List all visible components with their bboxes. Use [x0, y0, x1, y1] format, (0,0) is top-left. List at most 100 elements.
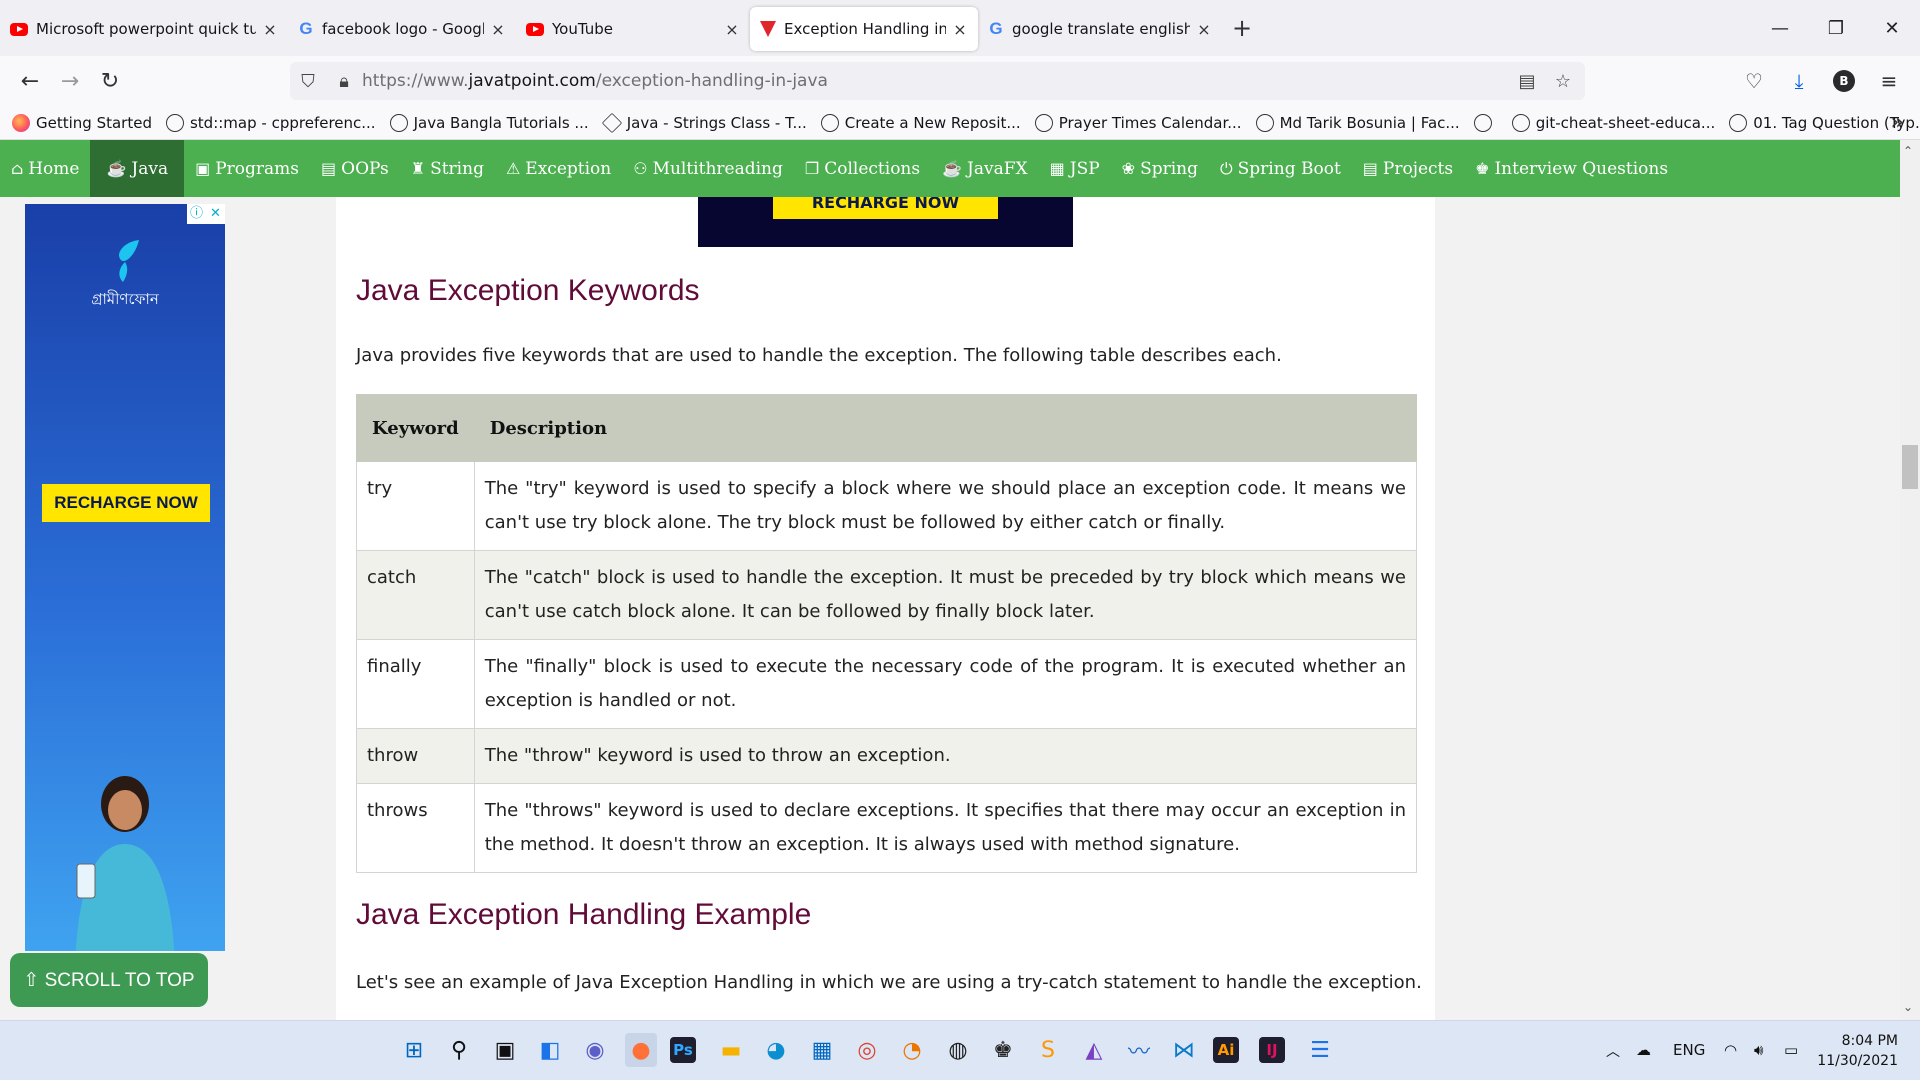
menu-item-spring-boot[interactable]: ⏻ Spring Boot: [1209, 140, 1352, 197]
page-scrollbar[interactable]: ⌃ ⌄: [1900, 140, 1920, 1020]
tab-close-icon[interactable]: ×: [724, 20, 740, 39]
battery-icon[interactable]: ▭: [1784, 1041, 1798, 1059]
menu-item-collections[interactable]: ❐ Collections: [794, 140, 931, 197]
bookmark-item[interactable]: Java - Strings Class - T...: [601, 112, 807, 133]
menu-item-exception[interactable]: ⚠ Exception: [495, 140, 622, 197]
forward-button[interactable]: →: [50, 61, 90, 101]
system-clock[interactable]: 8:04 PM 11/30/2021: [1817, 1031, 1898, 1071]
notepad-icon[interactable]: ☰: [1304, 1033, 1336, 1067]
projects-icon: ▤: [1362, 159, 1378, 178]
downloads-icon[interactable]: ⤓: [1780, 62, 1818, 100]
illustrator-icon[interactable]: Ai: [1213, 1037, 1239, 1063]
restore-icon[interactable]: ❐: [1808, 0, 1864, 56]
language-indicator[interactable]: ENG: [1673, 1041, 1705, 1059]
close-window-icon[interactable]: ✕: [1864, 0, 1920, 56]
onedrive-icon[interactable]: ☁: [1636, 1041, 1651, 1059]
bookmark-item[interactable]: Create a New Reposit...: [820, 113, 1021, 132]
edge-icon[interactable]: ◕: [760, 1033, 792, 1067]
scroll-to-top-button[interactable]: ⇧ SCROLL TO TOP: [10, 953, 208, 1007]
browser-tab[interactable]: Exception Handling in Java | Jav ×: [750, 7, 978, 51]
bookmark-star-icon[interactable]: ☆: [1545, 71, 1581, 92]
menu-icon[interactable]: ≡: [1870, 62, 1908, 100]
menu-item-javafx[interactable]: ☕ JavaFX: [931, 140, 1039, 197]
scrollbar-thumb[interactable]: [1902, 445, 1918, 489]
minimize-icon[interactable]: —: [1752, 0, 1808, 56]
menu-item-interview-questions[interactable]: ♚ Interview Questions: [1464, 140, 1679, 197]
tab-close-icon[interactable]: ×: [490, 20, 506, 39]
javafx-icon: ☕: [942, 159, 963, 178]
menu-item-oops[interactable]: ▤ OOPs: [310, 140, 400, 197]
visual-studio-icon[interactable]: ◭: [1078, 1033, 1110, 1067]
bookmarks-overflow-icon[interactable]: »: [1891, 110, 1904, 135]
ad-brand-name: গ্রামীণফোন: [91, 290, 159, 308]
firefox-icon[interactable]: ●: [625, 1033, 657, 1067]
chrome-icon[interactable]: ◎: [851, 1033, 883, 1067]
bookmark-item[interactable]: Java Bangla Tutorials ...: [389, 113, 589, 132]
menu-item-multithreading[interactable]: ⚇ Multithreading: [622, 140, 794, 197]
task-view-icon[interactable]: ▣: [489, 1033, 521, 1067]
bookmark-item[interactable]: std::map - cppreferenc...: [165, 113, 376, 132]
scroll-up-icon[interactable]: ⌃: [1903, 144, 1913, 158]
widgets-icon[interactable]: ◧: [534, 1033, 566, 1067]
menu-item-label: Spring Boot: [1237, 158, 1341, 179]
bookmark-item[interactable]: [1473, 113, 1498, 132]
tab-close-icon[interactable]: ×: [262, 20, 278, 39]
store-icon[interactable]: ▦: [806, 1033, 838, 1067]
browser-tab[interactable]: Gfacebook logo - Google Search ×: [288, 7, 516, 51]
menu-item-string[interactable]: ♜ String: [400, 140, 495, 197]
vscode-icon[interactable]: ⋈: [1168, 1033, 1200, 1067]
address-bar[interactable]: ⛉ 🔒︎ https://www. javatpoint.com/exceptio…: [290, 62, 1585, 100]
ad-recharge-button[interactable]: RECHARGE NOW: [42, 484, 210, 522]
volume-icon[interactable]: 🔊︎: [1754, 1041, 1763, 1059]
new-tab-button[interactable]: +: [1222, 14, 1262, 42]
scroll-down-icon[interactable]: ⌄: [1903, 1000, 1913, 1014]
menu-item-projects[interactable]: ▤ Projects: [1352, 140, 1464, 197]
globe-icon: [820, 113, 839, 132]
teams-chat-icon[interactable]: ◉: [579, 1033, 611, 1067]
globe-icon: [389, 113, 408, 132]
power-icon: ⏻: [1220, 158, 1233, 178]
sublime-icon[interactable]: S: [1032, 1033, 1064, 1067]
reload-button[interactable]: ↻: [90, 61, 130, 101]
menu-item-jsp[interactable]: ▦ JSP: [1039, 140, 1111, 197]
search-icon[interactable]: ⚲: [443, 1033, 475, 1067]
browser-tab[interactable]: Ggoogle translate english to ban ×: [978, 7, 1222, 51]
tab-close-icon[interactable]: ×: [952, 20, 968, 39]
account-button[interactable]: B: [1825, 62, 1863, 100]
ad-info-icon[interactable]: ⓘ: [187, 204, 206, 224]
chess-icon[interactable]: ♚: [987, 1033, 1019, 1067]
bookmark-item[interactable]: Prayer Times Calendar...: [1034, 113, 1242, 132]
bookmark-item[interactable]: git-cheat-sheet-educa...: [1511, 113, 1715, 132]
menu-item-home[interactable]: ⌂ Home: [0, 140, 90, 197]
interview-icon: ♚: [1475, 159, 1490, 178]
reader-view-icon[interactable]: ▤: [1509, 71, 1545, 92]
windows-start-icon[interactable]: ⊞: [398, 1033, 430, 1067]
tracking-protection-icon[interactable]: ⛉: [290, 71, 326, 92]
menu-item-java[interactable]: ☕ Java: [90, 140, 185, 197]
intellij-icon[interactable]: IJ: [1259, 1037, 1285, 1063]
obs-icon[interactable]: ◍: [942, 1033, 974, 1067]
file-explorer-icon[interactable]: ▬: [715, 1033, 747, 1067]
top-ad-recharge-button[interactable]: RECHARGE NOW: [773, 197, 998, 219]
ad-choices-badge[interactable]: ⓘ ✕: [187, 204, 225, 224]
lock-icon[interactable]: 🔒︎: [326, 71, 362, 92]
blender-icon[interactable]: ◔: [896, 1033, 928, 1067]
ad-close-icon[interactable]: ✕: [206, 204, 225, 224]
photoshop-icon[interactable]: Ps: [670, 1037, 696, 1063]
bookmark-item[interactable]: Md Tarik Bosunia | Fac...: [1255, 113, 1460, 132]
url-protocol: https://www.: [362, 71, 469, 91]
back-button[interactable]: ←: [10, 61, 50, 101]
left-advertisement[interactable]: ⓘ ✕ গ্রামীণফোন RECHARGE NOW: [25, 204, 225, 951]
menu-item-spring[interactable]: ❀ Spring: [1111, 140, 1209, 197]
top-advertisement[interactable]: RECHARGE NOW: [698, 197, 1073, 247]
pocket-icon[interactable]: ♡: [1735, 62, 1773, 100]
browser-tab[interactable]: Microsoft powerpoint quick tuto ×: [0, 7, 288, 51]
section-heading-example: Java Exception Handling Example: [356, 898, 812, 931]
tray-overflow-icon[interactable]: ︿: [1606, 1041, 1620, 1061]
bookmark-item[interactable]: Getting Started: [12, 113, 152, 132]
menu-item-programs[interactable]: ▣ Programs: [184, 140, 310, 197]
wifi-icon[interactable]: ◠: [1724, 1041, 1737, 1059]
tab-close-icon[interactable]: ×: [1196, 20, 1212, 39]
browser-tab[interactable]: YouTube ×: [516, 7, 750, 51]
whiteboard-icon[interactable]: 〰: [1123, 1033, 1155, 1067]
